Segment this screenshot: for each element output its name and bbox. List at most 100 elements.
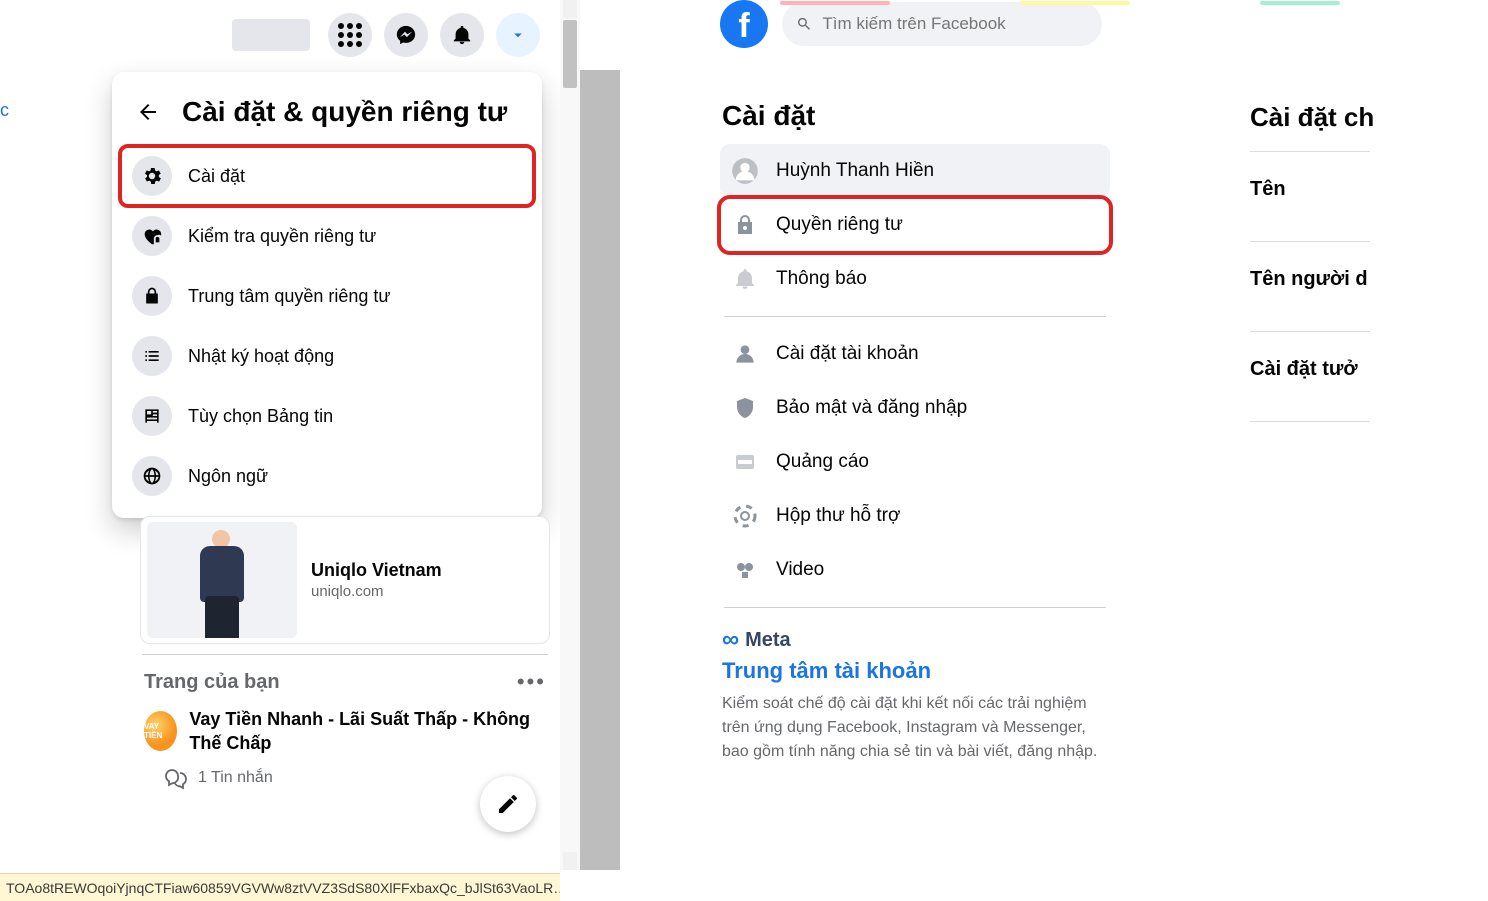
nav-divider bbox=[724, 316, 1106, 317]
nav-label: Huỳnh Thanh Hiền bbox=[776, 160, 934, 182]
ad-domain: uniqlo.com bbox=[311, 583, 442, 600]
nav-item-account-settings[interactable]: Cài đặt tài khoản bbox=[720, 327, 1110, 381]
menu-item-label: Trung tâm quyền riêng tư bbox=[188, 286, 390, 307]
nav-item-ads[interactable]: Quảng cáo bbox=[720, 435, 1110, 489]
meta-logo: ∞ Meta bbox=[720, 618, 1110, 658]
settings-privacy-dropdown: Cài đặt & quyền riêng tư Cài đặt Kiểm tr… bbox=[112, 72, 542, 518]
detail-divider bbox=[1250, 421, 1370, 422]
avatar-icon bbox=[730, 156, 760, 186]
menu-item-label: Nhật ký hoạt động bbox=[188, 346, 334, 367]
menu-item-label: Kiểm tra quyền riêng tư bbox=[188, 226, 376, 247]
pages-section-title: Trang của bạn bbox=[144, 671, 280, 694]
ad-image bbox=[147, 522, 297, 638]
settings-detail: Cài đặt ch Tên Tên người d Cài đặt tưở bbox=[1120, 72, 1374, 774]
divider bbox=[142, 654, 548, 655]
detail-title: Cài đặt ch bbox=[1250, 102, 1374, 151]
nav-label: Thông báo bbox=[776, 268, 867, 290]
detail-item-memorialization[interactable]: Cài đặt tưở bbox=[1250, 358, 1374, 421]
dropdown-header: Cài đặt & quyền riêng tư bbox=[120, 84, 534, 146]
meta-label: Meta bbox=[745, 629, 791, 652]
menu-item-activity-log[interactable]: Nhật ký hoạt động bbox=[120, 326, 534, 386]
nav-item-security[interactable]: Bảo mật và đăng nhập bbox=[720, 381, 1110, 435]
browser-tab-hints bbox=[700, 0, 1488, 6]
facebook-logo[interactable]: f bbox=[720, 0, 768, 48]
feed-content: Uniqlo Vietnam uniqlo.com Trang của bạn … bbox=[140, 516, 550, 790]
left-panel: c Cài đặt & quyền riêng tư Cài đặt bbox=[0, 0, 620, 901]
detail-divider bbox=[1250, 151, 1370, 152]
settings-heading: Cài đặt bbox=[720, 80, 1110, 144]
gear-icon bbox=[132, 156, 172, 196]
search-icon bbox=[796, 15, 812, 33]
nav-label: Quảng cáo bbox=[776, 451, 869, 473]
detail-divider bbox=[1250, 331, 1370, 332]
lifebuoy-icon bbox=[730, 501, 760, 531]
page-name: Vay Tiền Nhanh - Lãi Suất Thấp - Không T… bbox=[189, 707, 546, 756]
scrollbar[interactable] bbox=[560, 0, 580, 870]
account-dropdown-button[interactable] bbox=[496, 13, 540, 57]
compose-button[interactable] bbox=[480, 776, 536, 832]
news-icon bbox=[132, 396, 172, 436]
menu-item-settings[interactable]: Cài đặt bbox=[120, 146, 534, 206]
nav-item-video[interactable]: Video bbox=[720, 543, 1110, 597]
settings-sidebar: Cài đặt Huỳnh Thanh Hiền Quyền riêng tư … bbox=[700, 72, 1120, 774]
menu-item-language[interactable]: Ngôn ngữ bbox=[120, 446, 534, 506]
grid-icon bbox=[338, 23, 362, 47]
edit-icon bbox=[496, 792, 520, 816]
nav-divider bbox=[724, 607, 1106, 608]
list-icon bbox=[132, 336, 172, 376]
caret-down-icon bbox=[509, 26, 527, 44]
nav-label: Bảo mật và đăng nhập bbox=[776, 397, 967, 419]
nav-label: Quyền riêng tư bbox=[776, 214, 903, 236]
nav-label: Hộp thư hỗ trợ bbox=[776, 505, 900, 527]
privacy-icon bbox=[730, 210, 760, 240]
nav-label: Cài đặt tài khoản bbox=[776, 343, 919, 365]
menu-item-label: Cài đặt bbox=[188, 166, 245, 187]
accounts-center-link[interactable]: Trung tâm tài khoản bbox=[720, 658, 1110, 692]
menu-item-label: Tùy chọn Bảng tin bbox=[188, 406, 333, 427]
detail-divider bbox=[1250, 241, 1370, 242]
chat-icon bbox=[164, 766, 188, 790]
page-item[interactable]: VAY TIỀN Vay Tiền Nhanh - Lãi Suất Thấp … bbox=[140, 703, 550, 760]
menu-item-privacy-checkup[interactable]: Kiểm tra quyền riêng tư bbox=[120, 206, 534, 266]
status-bar: TOAo8tREWOqoiYjnqCTFiaw60859VGVWw8ztVVZ3… bbox=[0, 873, 560, 901]
film-icon bbox=[730, 555, 760, 585]
notifications-button[interactable] bbox=[440, 13, 484, 57]
menu-grid-button[interactable] bbox=[328, 13, 372, 57]
profile-placeholder[interactable] bbox=[232, 19, 310, 51]
address-fragment: c bbox=[0, 100, 14, 122]
search-input[interactable] bbox=[822, 14, 1088, 34]
window-divider-shadow bbox=[580, 70, 620, 870]
nav-item-support-inbox[interactable]: Hộp thư hỗ trợ bbox=[720, 489, 1110, 543]
messenger-icon bbox=[395, 24, 417, 46]
topbar bbox=[0, 0, 560, 70]
right-header: f bbox=[700, 0, 1488, 54]
nav-label: Video bbox=[776, 559, 824, 581]
lock-icon bbox=[132, 276, 172, 316]
user-gear-icon bbox=[730, 339, 760, 369]
bell-icon bbox=[451, 24, 473, 46]
more-icon[interactable]: ••• bbox=[517, 669, 546, 695]
sponsored-card[interactable]: Uniqlo Vietnam uniqlo.com bbox=[140, 516, 550, 644]
nav-item-notifications[interactable]: Thông báo bbox=[720, 252, 1110, 306]
messenger-button[interactable] bbox=[384, 13, 428, 57]
bell-icon bbox=[730, 264, 760, 294]
dropdown-title: Cài đặt & quyền riêng tư bbox=[182, 96, 507, 128]
menu-item-newsfeed-prefs[interactable]: Tùy chọn Bảng tin bbox=[120, 386, 534, 446]
nav-item-profile[interactable]: Huỳnh Thanh Hiền bbox=[720, 144, 1110, 198]
heart-lock-icon bbox=[132, 216, 172, 256]
scrollbar-thumb[interactable] bbox=[563, 20, 577, 88]
ad-icon bbox=[730, 447, 760, 477]
detail-item-username: Tên người d bbox=[1250, 268, 1374, 331]
search-field[interactable] bbox=[782, 2, 1102, 46]
meta-infinity-icon: ∞ bbox=[722, 626, 739, 654]
globe-icon bbox=[132, 456, 172, 496]
detail-item-name[interactable]: Tên bbox=[1250, 178, 1374, 241]
shield-icon bbox=[730, 393, 760, 423]
page-avatar: VAY TIỀN bbox=[144, 711, 177, 751]
menu-item-label: Ngôn ngữ bbox=[188, 466, 268, 487]
nav-item-privacy[interactable]: Quyền riêng tư bbox=[720, 198, 1110, 252]
menu-item-privacy-center[interactable]: Trung tâm quyền riêng tư bbox=[120, 266, 534, 326]
accounts-center-desc: Kiểm soát chế độ cài đặt khi kết nối các… bbox=[720, 692, 1100, 774]
right-panel: f Cài đặt Huỳnh Thanh Hiền Quyền riêng t… bbox=[700, 0, 1488, 901]
back-button[interactable] bbox=[128, 92, 168, 132]
